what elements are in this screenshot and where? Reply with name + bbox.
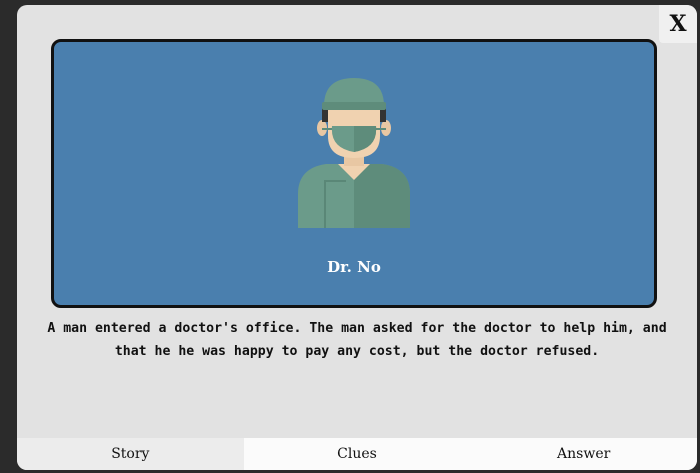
story-text: A man entered a doctor's office. The man…	[47, 321, 667, 359]
character-name: Dr. No	[327, 258, 381, 276]
tab-clues[interactable]: Clues	[243, 438, 471, 470]
tab-bar: Story Clues Answer	[17, 438, 697, 470]
close-button[interactable]: X	[659, 5, 697, 43]
riddle-modal: X Dr. No A man entered a doctor's office…	[17, 5, 697, 470]
character-card: Dr. No	[51, 39, 657, 308]
surgeon-avatar-icon	[298, 78, 410, 228]
tab-story[interactable]: Story	[17, 438, 244, 470]
tab-answer[interactable]: Answer	[470, 438, 697, 470]
